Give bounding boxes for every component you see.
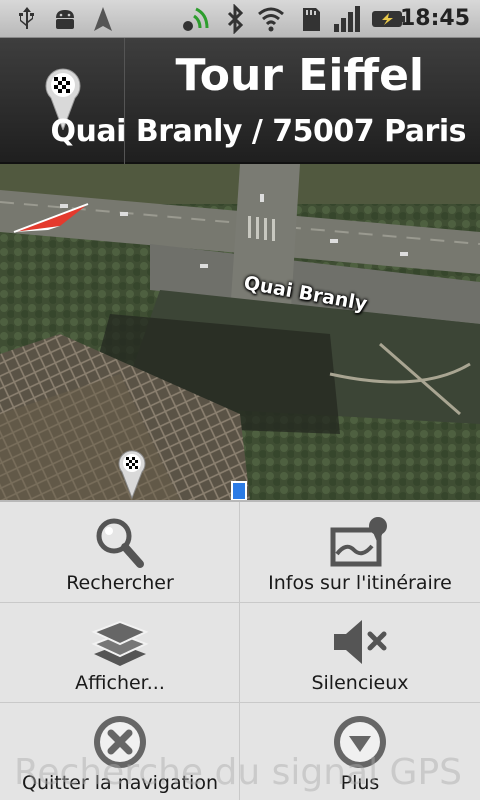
navigation-header: Tour Eiffel Quai Branly / 75007 Paris: [0, 38, 480, 164]
menu-item-label: Silencieux: [311, 672, 409, 694]
destination-address: Quai Branly / 75007 Paris: [50, 114, 467, 149]
cell-signal-icon: [334, 6, 360, 32]
gps-signal-icon: [183, 7, 209, 31]
sd-card-icon: [303, 8, 320, 31]
android-debug-icon: [56, 10, 74, 29]
gps-status-ghost-text: Recherche du signal GPS: [14, 752, 463, 793]
status-bar: 18:45: [0, 0, 480, 38]
usb-icon: [19, 7, 34, 29]
menu-item-label: Afficher...: [75, 672, 165, 694]
satellite-map[interactable]: Quai Branly: [0, 164, 480, 500]
menu-item-label: Infos sur l'itinéraire: [268, 572, 452, 594]
destination-title: Tour Eiffel: [175, 50, 424, 101]
menu-item-display[interactable]: Afficher...: [0, 602, 240, 702]
menu-item-search[interactable]: Rechercher: [0, 502, 240, 602]
route-info-icon: [330, 517, 387, 567]
map-imagery: [0, 164, 480, 500]
mute-icon: [334, 620, 387, 664]
route-marker-icon: [231, 481, 247, 500]
menu-item-mute[interactable]: Silencieux: [240, 602, 480, 702]
menu-item-route-info[interactable]: Infos sur l'itinéraire: [240, 502, 480, 602]
search-icon: [96, 518, 144, 568]
clock: 18:45: [399, 6, 470, 31]
bluetooth-icon: [227, 4, 244, 34]
layers-icon: [91, 620, 149, 666]
wifi-icon: [258, 7, 284, 32]
menu-item-label: Rechercher: [66, 572, 174, 594]
navigation-arrow-icon: [94, 7, 112, 31]
